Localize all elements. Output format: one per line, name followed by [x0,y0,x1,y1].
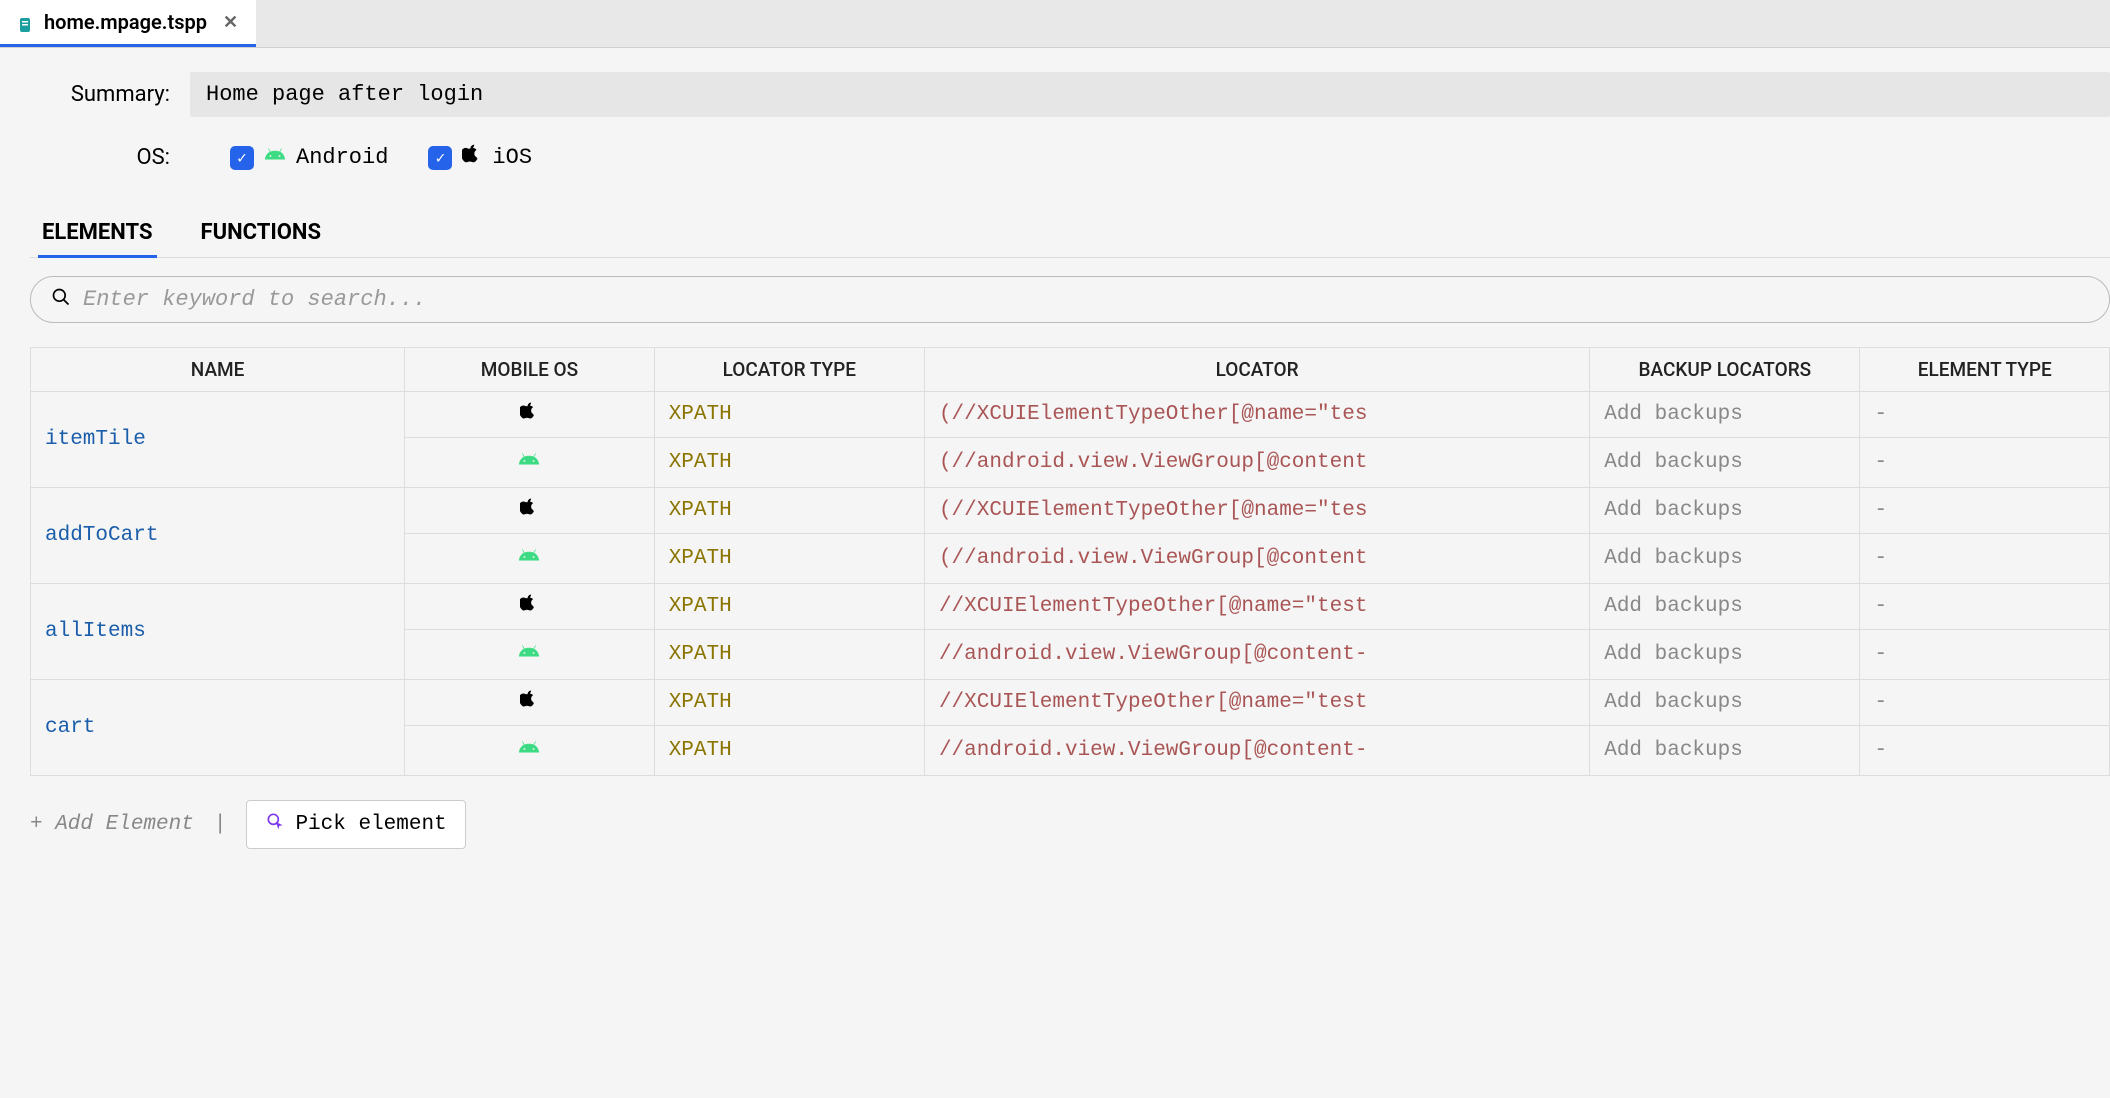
apple-icon [405,584,654,630]
os-option-ios[interactable]: ✓ iOS [428,144,532,171]
table-row[interactable]: cartXPATH//XCUIElementTypeOther[@name="t… [31,680,2110,726]
close-icon[interactable]: ✕ [223,12,238,33]
locator-type[interactable]: XPATH [654,488,924,534]
file-icon [18,14,34,30]
os-android-label: Android [296,145,388,170]
backup-locators[interactable]: Add backups [1590,534,1860,584]
summary-row: Summary: [30,72,2110,117]
backup-locators[interactable]: Add backups [1590,726,1860,776]
pick-element-button[interactable]: Pick element [246,800,465,849]
search-icon [51,287,71,312]
locator-type[interactable]: XPATH [654,392,924,438]
summary-input[interactable] [190,72,2110,117]
locator-type[interactable]: XPATH [654,534,924,584]
locator-type[interactable]: XPATH [654,726,924,776]
os-label: OS: [30,145,190,170]
checkbox-android[interactable]: ✓ [230,146,254,170]
apple-icon [462,144,482,171]
summary-label: Summary: [30,82,190,107]
element-type[interactable]: - [1860,726,2110,776]
table-header-row: NAME MOBILE OS LOCATOR TYPE LOCATOR BACK… [31,348,2110,392]
element-type[interactable]: - [1860,438,2110,488]
element-type[interactable]: - [1860,392,2110,438]
os-ios-label: iOS [492,145,532,170]
add-element-button[interactable]: + Add Element [30,813,194,836]
table-row[interactable]: itemTileXPATH(//XCUIElementTypeOther[@na… [31,392,2110,438]
locator[interactable]: (//android.view.ViewGroup[@content [924,534,1589,584]
tab-functions[interactable]: FUNCTIONS [197,212,325,258]
element-name[interactable]: cart [31,680,405,776]
backup-locators[interactable]: Add backups [1590,584,1860,630]
apple-icon [405,488,654,534]
os-option-android[interactable]: ✓ Android [230,143,388,172]
element-name[interactable]: itemTile [31,392,405,488]
th-os: MOBILE OS [405,348,654,392]
backup-locators[interactable]: Add backups [1590,488,1860,534]
tab-elements[interactable]: ELEMENTS [38,212,157,258]
file-tab-label: home.mpage.tspp [44,10,207,34]
table-row[interactable]: addToCartXPATH(//XCUIElementTypeOther[@n… [31,488,2110,534]
th-name: NAME [31,348,405,392]
locator[interactable]: (//XCUIElementTypeOther[@name="tes [924,488,1589,534]
table-row[interactable]: allItemsXPATH//XCUIElementTypeOther[@nam… [31,584,2110,630]
os-row: OS: ✓ Android ✓ iOS [30,143,2110,172]
backup-locators[interactable]: Add backups [1590,438,1860,488]
element-type[interactable]: - [1860,584,2110,630]
locator[interactable]: (//XCUIElementTypeOther[@name="tes [924,392,1589,438]
locator[interactable]: //android.view.ViewGroup[@content- [924,630,1589,680]
file-tab[interactable]: home.mpage.tspp ✕ [0,0,256,47]
locator-type[interactable]: XPATH [654,680,924,726]
element-name[interactable]: addToCart [31,488,405,584]
android-icon [405,438,654,488]
android-icon [405,630,654,680]
element-name[interactable]: allItems [31,584,405,680]
android-icon [405,726,654,776]
th-locator-type: LOCATOR TYPE [654,348,924,392]
backup-locators[interactable]: Add backups [1590,630,1860,680]
android-icon [264,143,286,172]
locator[interactable]: (//android.view.ViewGroup[@content [924,438,1589,488]
element-type[interactable]: - [1860,534,2110,584]
th-locator: LOCATOR [924,348,1589,392]
element-type[interactable]: - [1860,488,2110,534]
element-type[interactable]: - [1860,680,2110,726]
th-etype: ELEMENT TYPE [1860,348,2110,392]
nav-tabs: ELEMENTS FUNCTIONS [30,212,2110,258]
editor-content: Summary: OS: ✓ Android ✓ iOS ELEMENTS FU… [0,48,2110,879]
locator[interactable]: //android.view.ViewGroup[@content- [924,726,1589,776]
locator-type[interactable]: XPATH [654,584,924,630]
element-type[interactable]: - [1860,630,2110,680]
backup-locators[interactable]: Add backups [1590,680,1860,726]
bottom-actions: + Add Element | Pick element [30,800,2110,849]
locator[interactable]: //XCUIElementTypeOther[@name="test [924,680,1589,726]
elements-table: NAME MOBILE OS LOCATOR TYPE LOCATOR BACK… [30,347,2110,776]
locator[interactable]: //XCUIElementTypeOther[@name="test [924,584,1589,630]
apple-icon [405,680,654,726]
checkbox-ios[interactable]: ✓ [428,146,452,170]
search-input[interactable] [83,287,2089,312]
locator-type[interactable]: XPATH [654,438,924,488]
editor-tabbar: home.mpage.tspp ✕ [0,0,2110,48]
th-backups: BACKUP LOCATORS [1590,348,1860,392]
search-bar[interactable] [30,276,2110,323]
backup-locators[interactable]: Add backups [1590,392,1860,438]
pick-icon [265,811,285,838]
apple-icon [405,392,654,438]
pick-element-label: Pick element [295,813,446,836]
locator-type[interactable]: XPATH [654,630,924,680]
android-icon [405,534,654,584]
divider: | [214,813,227,836]
